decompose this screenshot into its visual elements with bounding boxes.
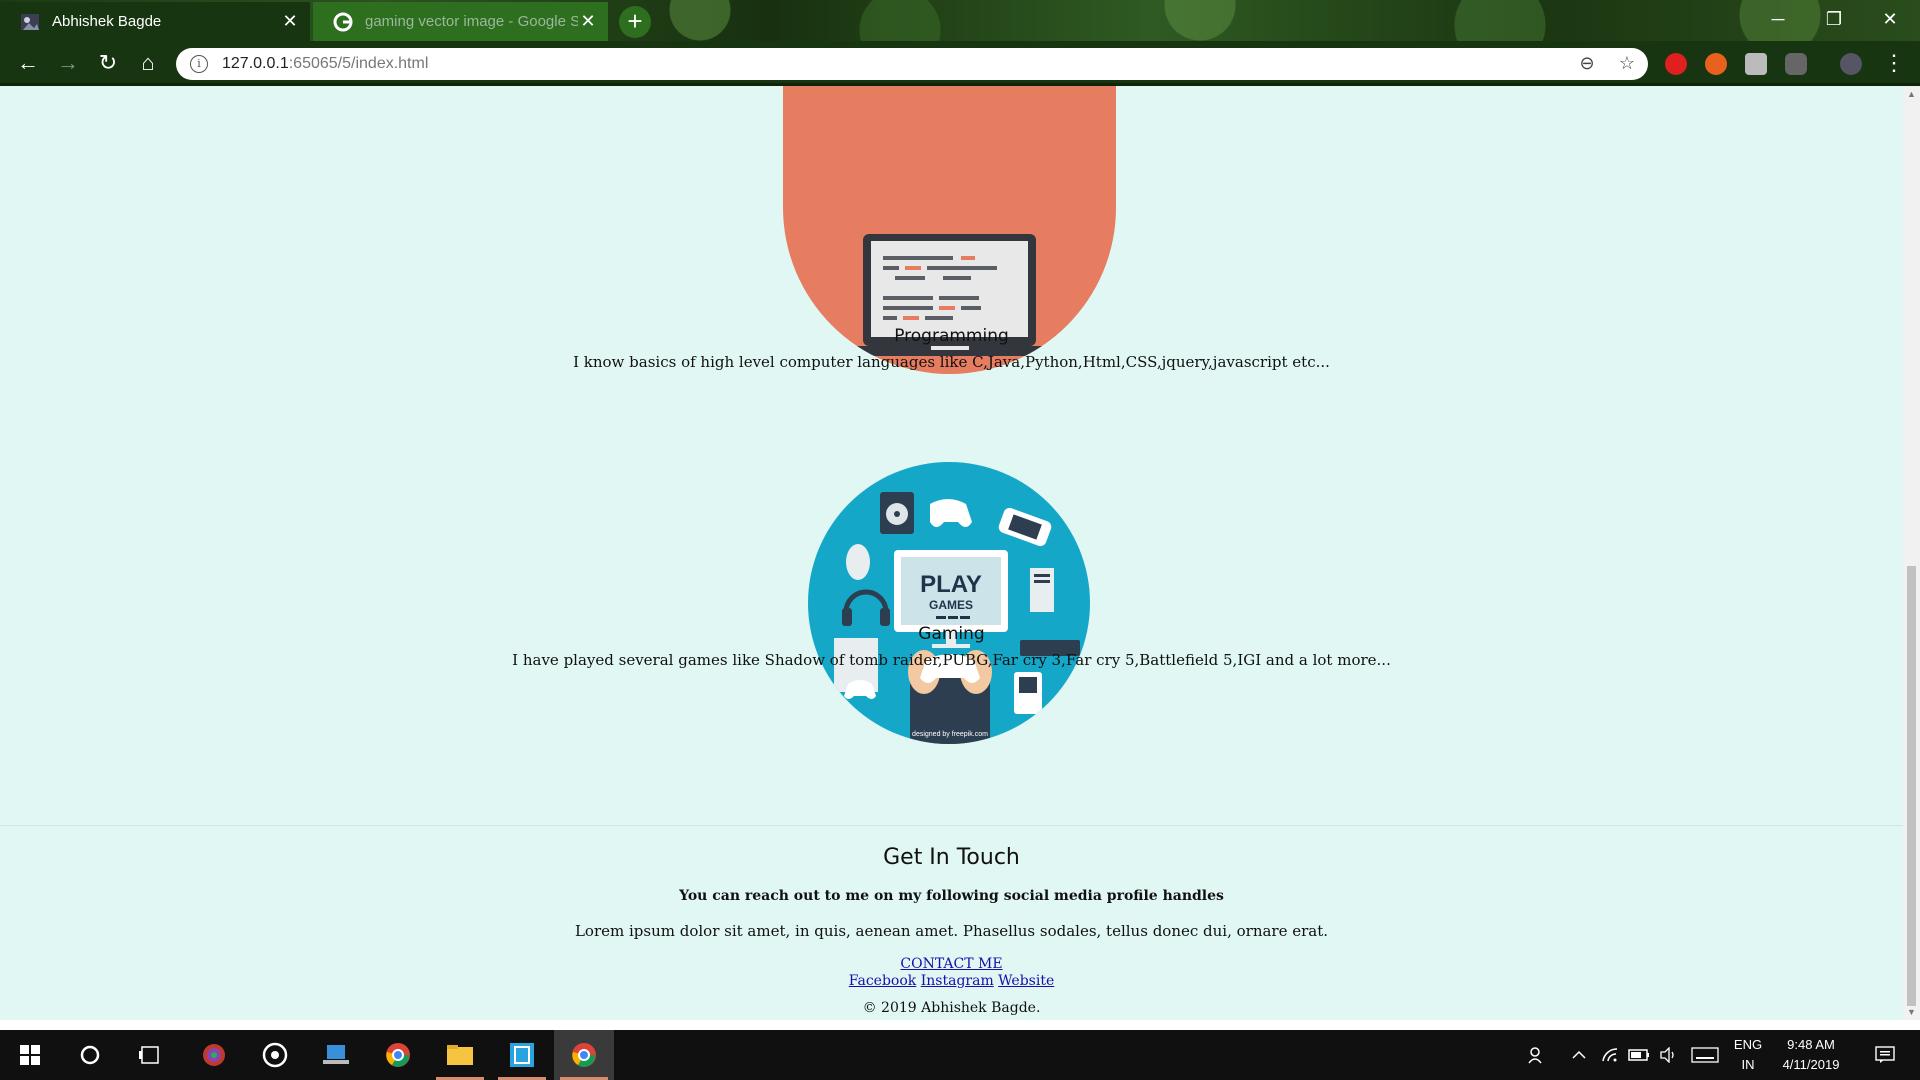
chrome-icon (572, 1043, 596, 1067)
contact-description: Lorem ipsum dolor sit amet, in quis, aen… (574, 922, 1329, 940)
contact-me-link[interactable]: CONTACT ME (900, 956, 1002, 972)
windows-taskbar: ENG IN 9:48 AM 4/11/2019 (0, 1030, 1920, 1080)
facebook-link[interactable]: Facebook (849, 973, 917, 989)
instagram-link[interactable]: Instagram (921, 973, 994, 989)
forward-button[interactable]: → (54, 49, 82, 77)
restore-button[interactable]: ❐ (1806, 0, 1862, 41)
home-button[interactable]: ⌂ (134, 49, 162, 77)
google-g-icon (333, 12, 353, 31)
notification-center-icon[interactable] (1865, 1030, 1905, 1080)
url-path: :65065/5/index.html (288, 55, 429, 72)
close-window-button[interactable]: ✕ (1862, 0, 1918, 41)
gaming-title: Gaming (918, 624, 985, 644)
taskbar-app-colorful[interactable] (184, 1030, 244, 1080)
brackets-editor-icon (510, 1043, 534, 1067)
address-bar[interactable]: i 127.0.0.1:65065/5/index.html ⊖ ☆ (176, 48, 1648, 80)
clock[interactable]: 9:48 AM 4/11/2019 (1772, 1030, 1850, 1080)
gaming-description: I have played several games like Shadow … (512, 651, 1391, 669)
task-view-button[interactable] (120, 1030, 180, 1080)
website-link[interactable]: Website (998, 973, 1054, 989)
tab-close-icon[interactable]: ✕ (280, 11, 300, 32)
language-label: ENG (1733, 1037, 1763, 1052)
new-tab-button[interactable]: + (619, 6, 651, 38)
taskbar-chrome-active[interactable] (554, 1030, 614, 1080)
clock-time: 9:48 AM (1787, 1037, 1835, 1052)
show-hidden-icons-chevron-icon[interactable] (1568, 1030, 1590, 1080)
mouse-icon (846, 544, 870, 580)
page-viewport: Programming I know basics of high level … (0, 86, 1903, 1020)
browser-titlebar: Abhishek Bagde ✕ gaming vector image - G… (0, 0, 1920, 41)
contact-link-row: CONTACT ME (0, 955, 1903, 973)
url-host: 127.0.0.1 (222, 55, 289, 72)
pc-tower-icon (1030, 568, 1054, 612)
gaming-image: PLAY GAMES designed by freepik.com (808, 462, 1090, 744)
touch-keyboard-icon[interactable] (1690, 1030, 1720, 1080)
url-text[interactable]: 127.0.0.1:65065/5/index.html (222, 55, 428, 73)
taskbar-app-groove[interactable] (245, 1030, 305, 1080)
chrome-menu-icon[interactable]: ⋮ (1880, 49, 1908, 77)
reload-button[interactable]: ↻ (94, 49, 122, 77)
programming-description: I know basics of high level computer lan… (573, 353, 1330, 371)
lightbulb-extension-icon[interactable] (1745, 53, 1767, 75)
profile-avatar[interactable] (1840, 53, 1862, 75)
headphones-icon (842, 589, 890, 626)
region-label: IN (1741, 1057, 1755, 1072)
programming-title: Programming (894, 326, 1009, 346)
games-text: GAMES (929, 598, 973, 612)
zoom-icon[interactable]: ⊖ (1576, 53, 1598, 75)
groove-music-icon (262, 1042, 288, 1068)
chrome-icon (386, 1043, 410, 1067)
tab-title: Abhishek Bagde (52, 13, 162, 30)
site-info-icon[interactable]: i (190, 55, 208, 73)
taskbar-chrome[interactable] (368, 1030, 428, 1080)
color-wheel-app-icon (203, 1044, 225, 1066)
play-text: PLAY (920, 571, 982, 598)
scroll-up-arrow-icon[interactable]: ▲ (1903, 86, 1920, 102)
section-divider (0, 825, 1903, 826)
page-scrollbar[interactable]: ▲ ▼ (1903, 86, 1920, 1020)
page-bottom-strip (0, 1020, 1920, 1030)
scrollbar-thumb[interactable] (1907, 566, 1916, 1006)
cd-speaker-icon (880, 492, 914, 534)
gamepad-icon (930, 499, 972, 527)
start-button[interactable] (0, 1030, 60, 1080)
image-credit-text: designed by freepik.com (912, 731, 988, 738)
taskbar-brackets[interactable] (492, 1030, 552, 1080)
folder-icon (447, 1045, 473, 1065)
taskbar-app-laptop[interactable] (306, 1030, 366, 1080)
social-links-row: Facebook Instagram Website (0, 972, 1903, 990)
gameboy-icon (1014, 672, 1042, 714)
tab-google-search[interactable]: gaming vector image - Google S ✕ (313, 2, 608, 41)
volume-icon[interactable] (1656, 1030, 1680, 1080)
minimize-button[interactable]: ─ (1750, 0, 1806, 41)
tab-close-icon[interactable]: ✕ (578, 11, 598, 32)
laptop-app-icon (323, 1045, 349, 1064)
input-language-indicator[interactable]: ENG IN (1728, 1030, 1768, 1080)
battery-icon[interactable] (1626, 1030, 1652, 1080)
scroll-down-arrow-icon[interactable]: ▼ (1903, 1004, 1920, 1020)
extension-icon[interactable] (1705, 53, 1727, 75)
site-favicon-icon (21, 13, 39, 30)
task-view-icon (139, 1046, 159, 1064)
bookmark-star-icon[interactable]: ☆ (1616, 53, 1638, 75)
clock-date: 4/11/2019 (1782, 1057, 1840, 1072)
cortana-circle-icon (80, 1045, 100, 1065)
windows-logo-icon (20, 1045, 40, 1065)
wifi-icon[interactable] (1598, 1030, 1622, 1080)
search-cortana-button[interactable] (60, 1030, 120, 1080)
adblock-extension-icon[interactable] (1665, 53, 1687, 75)
copyright-text: © 2019 Abhishek Bagde. (862, 1000, 1041, 1016)
extension-icon[interactable] (1785, 53, 1807, 75)
people-icon[interactable] (1522, 1030, 1552, 1080)
contact-heading: Get In Touch (883, 845, 1020, 870)
taskbar-file-explorer[interactable] (430, 1030, 490, 1080)
contact-subheading: You can reach out to me on my following … (679, 888, 1224, 904)
back-button[interactable]: ← (14, 49, 42, 77)
tab-title: gaming vector image - Google S (365, 13, 578, 30)
tab-abhishek-bagde[interactable]: Abhishek Bagde ✕ (0, 2, 310, 41)
handheld-console-icon (998, 507, 1052, 547)
browser-toolbar: ← → ↻ ⌂ i 127.0.0.1:65065/5/index.html ⊖… (0, 41, 1920, 86)
